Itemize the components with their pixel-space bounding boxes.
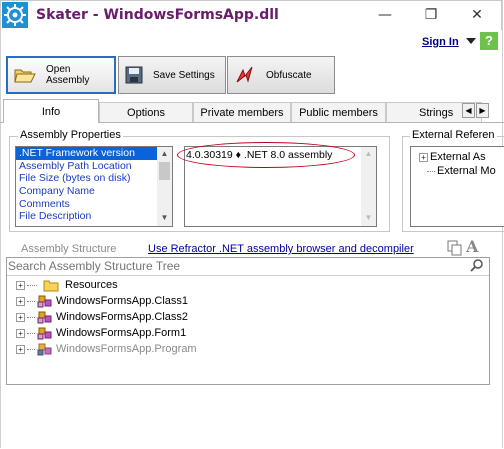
open-assembly-label: Open Assembly — [46, 64, 90, 86]
list-item[interactable]: Company Name — [16, 185, 172, 198]
assembly-structure-title: Assembly Structure — [21, 243, 117, 255]
list-item[interactable]: .NET Framework version — [16, 147, 157, 160]
arrow-right-icon: ▶ — [479, 106, 486, 115]
external-references-tree[interactable]: + External As External Mo — [410, 146, 504, 227]
open-assembly-button[interactable]: Open Assembly — [6, 56, 116, 94]
refractor-link[interactable]: Use Refractor .NET assembly browser and … — [148, 243, 414, 255]
obfuscate-button[interactable]: Obfuscate — [227, 56, 335, 94]
window-title: Skater - WindowsFormsApp.dll — [36, 7, 279, 23]
expand-icon[interactable]: + — [16, 312, 25, 322]
expand-icon[interactable]: + — [16, 344, 25, 354]
app-icon — [2, 2, 28, 28]
tree-node[interactable]: + External As — [419, 150, 504, 164]
class-icon — [37, 343, 52, 356]
minimize-icon: — — [378, 7, 392, 23]
save-settings-label: Save Settings — [153, 69, 215, 81]
tree-node-label: External As — [430, 151, 486, 163]
help-button[interactable]: ? — [480, 32, 498, 50]
class-icon — [37, 311, 52, 324]
tab-info[interactable]: Info — [3, 99, 99, 123]
save-settings-button[interactable]: Save Settings — [118, 56, 226, 94]
tab-scroll-right-button[interactable]: ▶ — [476, 103, 489, 118]
open-folder-icon — [14, 69, 36, 83]
expand-icon[interactable]: + — [16, 296, 25, 306]
scroll-up-icon[interactable]: ▲ — [158, 147, 171, 160]
highlight-ellipse — [177, 142, 355, 168]
list-item[interactable]: File Description — [16, 210, 172, 223]
list-item[interactable]: Assembly Path Location — [16, 160, 172, 173]
tree-connector — [427, 170, 435, 172]
expand-icon[interactable]: + — [16, 328, 25, 338]
tree-node-class2[interactable]: + WindowsFormsApp.Class2 — [16, 309, 197, 325]
restore-icon: ❐ — [424, 7, 438, 23]
external-references-title: External Referen — [410, 129, 497, 141]
tree-node-resources[interactable]: + Resources — [16, 277, 197, 293]
list-item[interactable]: File Size (bytes on disk) — [16, 172, 172, 185]
tab-public-members[interactable]: Public members — [291, 102, 386, 122]
tree-node-label: External Mo — [437, 165, 496, 177]
tree-node-label: WindowsFormsApp.Class1 — [56, 295, 189, 307]
tab-scroll-left-button[interactable]: ◀ — [462, 103, 475, 118]
search-input[interactable] — [8, 258, 458, 273]
tree-node-program[interactable]: + WindowsFormsApp.Program — [16, 341, 197, 357]
search-icon[interactable] — [470, 258, 484, 275]
tree-connector — [27, 284, 37, 286]
tree-node[interactable]: External Mo — [427, 164, 504, 178]
folder-icon — [43, 280, 59, 291]
font-size-icon[interactable]: A — [466, 237, 478, 256]
sign-in-link[interactable]: Sign In — [422, 36, 459, 48]
value-scrollbar: ▲ ▼ — [361, 147, 376, 226]
tree-node-label: WindowsFormsApp.Form1 — [56, 327, 187, 339]
class-icon — [37, 295, 52, 308]
tree-connector — [27, 348, 35, 350]
lightning-icon — [236, 66, 253, 83]
tree-connector — [27, 300, 35, 302]
assembly-structure-tree[interactable]: + Resources + WindowsFormsApp.Class1 + W… — [16, 277, 197, 357]
tab-private-members[interactable]: Private members — [193, 102, 291, 122]
tab-options[interactable]: Options — [99, 102, 193, 122]
tree-node-label: Resources — [65, 279, 118, 291]
restore-button[interactable]: ❐ — [408, 0, 454, 30]
minimize-button[interactable]: — — [362, 0, 408, 30]
close-button[interactable]: ✕ — [454, 0, 500, 30]
tree-node-label: WindowsFormsApp.Program — [56, 343, 197, 355]
properties-scrollbar[interactable]: ▲ ▼ — [157, 147, 172, 226]
obfuscate-label: Obfuscate — [266, 69, 312, 81]
expand-icon[interactable]: + — [419, 152, 428, 162]
floppy-disk-icon — [125, 66, 143, 84]
dropdown-arrow-icon[interactable] — [466, 38, 476, 44]
scroll-down-icon: ▼ — [364, 213, 373, 222]
assembly-properties-list[interactable]: .NET Framework version Assembly Path Loc… — [15, 146, 173, 227]
list-item[interactable]: Comments — [16, 198, 172, 211]
tree-connector — [27, 332, 35, 334]
class-icon — [37, 327, 52, 340]
scroll-thumb[interactable] — [159, 162, 170, 180]
tree-node-class1[interactable]: + WindowsFormsApp.Class1 — [16, 293, 197, 309]
scroll-up-icon: ▲ — [364, 149, 373, 158]
tree-connector — [27, 316, 35, 318]
scroll-down-icon[interactable]: ▼ — [158, 211, 171, 224]
tree-node-label: WindowsFormsApp.Class2 — [56, 311, 189, 323]
expand-icon[interactable]: + — [16, 280, 25, 290]
assembly-properties-title: Assembly Properties — [18, 129, 123, 141]
tree-node-form1[interactable]: + WindowsFormsApp.Form1 — [16, 325, 197, 341]
close-icon: ✕ — [471, 7, 483, 23]
arrow-left-icon: ◀ — [465, 106, 472, 115]
